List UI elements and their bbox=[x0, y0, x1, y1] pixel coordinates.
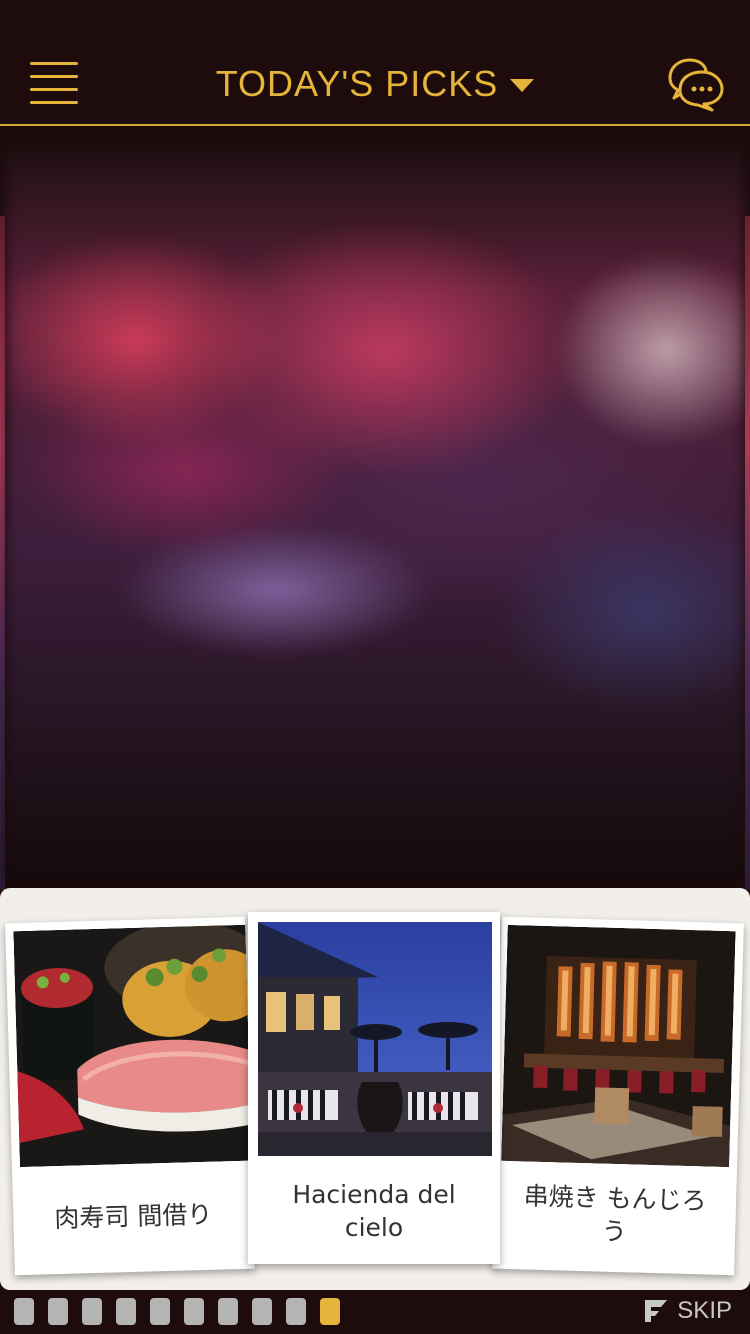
page-dot[interactable] bbox=[14, 1298, 34, 1325]
page-dot[interactable] bbox=[252, 1298, 272, 1325]
page-dot[interactable] bbox=[116, 1298, 136, 1325]
restaurant-name: 肉寿司 間借り bbox=[54, 1199, 213, 1234]
footer-bar: SKIP bbox=[0, 1290, 750, 1334]
page-title: TODAY'S PICKS bbox=[215, 63, 499, 104]
page-dot-active[interactable] bbox=[320, 1298, 340, 1325]
featured-photo bbox=[6, 150, 744, 880]
prev-slide-edge bbox=[0, 216, 5, 890]
restaurant-photo bbox=[501, 924, 736, 1168]
restaurant-card[interactable]: Hacienda del cielo bbox=[248, 912, 500, 1264]
restaurant-photo bbox=[258, 922, 492, 1156]
page-dot[interactable] bbox=[286, 1298, 306, 1325]
page-dot[interactable] bbox=[184, 1298, 204, 1325]
skip-label: SKIP bbox=[677, 1297, 732, 1324]
picks-dropdown[interactable]: TODAY'S PICKS bbox=[0, 62, 750, 106]
restaurant-name: 串焼き もんじろう bbox=[523, 1181, 707, 1247]
hero-image[interactable] bbox=[0, 126, 750, 890]
page-dot[interactable] bbox=[150, 1298, 170, 1325]
header: TODAY'S PICKS bbox=[0, 0, 750, 126]
skip-button[interactable]: SKIP bbox=[643, 1296, 732, 1326]
page-dot[interactable] bbox=[218, 1298, 238, 1325]
next-slide-edge bbox=[745, 216, 750, 890]
page-indicator bbox=[14, 1298, 354, 1325]
page-dot[interactable] bbox=[82, 1298, 102, 1325]
page-dot[interactable] bbox=[48, 1298, 68, 1325]
skip-icon bbox=[645, 1300, 668, 1322]
restaurant-card[interactable]: 串焼き もんじろう bbox=[492, 916, 744, 1276]
restaurant-name: Hacienda del cielo bbox=[292, 1180, 456, 1242]
caret-down-icon bbox=[510, 78, 535, 92]
chat-bubbles-icon[interactable] bbox=[666, 56, 726, 112]
restaurant-card[interactable]: 肉寿司 間借り bbox=[5, 916, 255, 1276]
restaurant-photo bbox=[13, 924, 252, 1168]
